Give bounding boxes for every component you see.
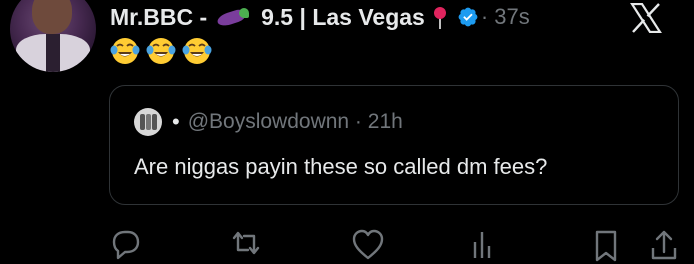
quoted-post-card[interactable]: • @Boyslowdownn · 21h Are niggas payin t… xyxy=(109,85,679,205)
post-header: Mr.BBC - 9.5 | Las Vegas · 37s xyxy=(110,0,530,34)
quoted-post-text: Are niggas payin these so called dm fees… xyxy=(134,154,548,179)
verified-badge-icon[interactable] xyxy=(457,6,479,28)
reply-icon[interactable] xyxy=(108,228,144,264)
pushpin-icon xyxy=(433,5,447,29)
bookmark-icon[interactable] xyxy=(588,228,624,264)
share-icon[interactable] xyxy=(646,228,682,264)
quoted-author-avatar[interactable] xyxy=(134,108,162,136)
quoted-author-handle[interactable]: @Boyslowdownn · 21h xyxy=(188,110,403,134)
avatar-face xyxy=(32,0,72,34)
views-icon[interactable] xyxy=(466,228,502,264)
repost-icon[interactable] xyxy=(228,228,264,264)
avatar-lapel xyxy=(46,34,60,72)
face-with-tears-of-joy-icon xyxy=(110,38,140,64)
author-name[interactable]: Mr.BBC - xyxy=(110,4,207,31)
author-avatar[interactable] xyxy=(10,0,96,72)
quoted-separator: • xyxy=(172,109,180,134)
face-with-tears-of-joy-icon xyxy=(182,38,212,64)
x-logo-icon[interactable] xyxy=(630,3,662,33)
like-icon[interactable] xyxy=(350,228,386,264)
post-action-bar xyxy=(0,228,694,262)
post-timestamp[interactable]: · 37s xyxy=(481,4,530,30)
quoted-post-header: • @Boyslowdownn · 21h xyxy=(134,108,403,136)
reaction-emoji-row xyxy=(110,36,212,66)
eggplant-icon xyxy=(215,7,251,29)
face-with-tears-of-joy-icon xyxy=(146,38,176,64)
author-location[interactable]: 9.5 | Las Vegas xyxy=(261,4,425,31)
